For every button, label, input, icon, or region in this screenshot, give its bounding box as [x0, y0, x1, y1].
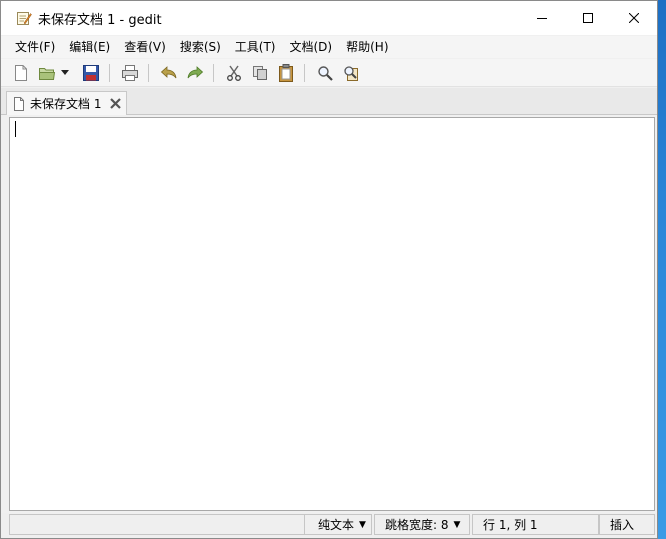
maximize-icon	[583, 13, 593, 23]
minimize-icon	[537, 18, 547, 19]
print-button[interactable]	[118, 61, 142, 85]
undo-icon	[160, 65, 177, 78]
replace-icon	[344, 65, 358, 81]
open-button[interactable]	[35, 61, 59, 85]
language-label: 纯文本	[318, 518, 355, 532]
find-icon	[318, 65, 333, 81]
open-folder-icon	[39, 67, 56, 80]
paste-button[interactable]	[274, 61, 298, 85]
text-caret	[15, 121, 16, 137]
tab-label: 未保存文档 1	[30, 97, 102, 111]
redo-icon	[187, 65, 204, 78]
menu-search[interactable]: 搜索(S)	[171, 37, 226, 57]
gedit-app-icon	[17, 12, 32, 25]
gedit-window: 未保存文档 1 - gedit 文件(F) 编辑(E) 查看(V) 搜索(S) …	[0, 0, 658, 539]
cursor-position-label: 行 1, 列 1	[483, 518, 538, 532]
find-button[interactable]	[313, 61, 337, 85]
status-message	[9, 514, 305, 535]
tab-document[interactable]: 未保存文档 1	[6, 91, 127, 115]
toolbar	[1, 59, 657, 87]
tab-width-selector[interactable]: 跳格宽度: 8 ▼	[374, 514, 470, 535]
open-dropdown-icon	[61, 70, 69, 75]
document-tabs: 未保存文档 1	[1, 88, 657, 115]
new-document-button[interactable]	[9, 61, 33, 85]
minimize-button[interactable]	[519, 1, 565, 35]
copy-button[interactable]	[248, 61, 272, 85]
close-button[interactable]	[611, 1, 657, 35]
document-icon	[14, 96, 24, 111]
insert-mode: 插入	[599, 514, 655, 535]
menu-help[interactable]: 帮助(H)	[337, 37, 393, 57]
toolbar-separator	[304, 63, 305, 82]
cursor-position: 行 1, 列 1	[472, 514, 599, 535]
print-icon	[122, 64, 138, 81]
undo-button[interactable]	[157, 61, 181, 85]
save-button[interactable]	[79, 61, 103, 85]
save-icon	[83, 64, 99, 81]
chevron-down-icon: ▼	[453, 519, 461, 530]
close-tab-icon[interactable]	[110, 98, 122, 109]
paste-icon	[279, 63, 293, 82]
window-title: 未保存文档 1 - gedit	[38, 12, 162, 28]
redo-button[interactable]	[183, 61, 207, 85]
toolbar-separator	[148, 63, 149, 82]
maximize-button[interactable]	[565, 1, 611, 35]
toolbar-separator	[109, 63, 110, 82]
menu-bar: 文件(F) 编辑(E) 查看(V) 搜索(S) 工具(T) 文档(D) 帮助(H…	[1, 36, 657, 58]
cut-button[interactable]	[222, 61, 246, 85]
menu-view[interactable]: 查看(V)	[115, 37, 171, 57]
cut-icon	[227, 65, 241, 81]
language-selector[interactable]: 纯文本 ▼	[304, 514, 372, 535]
replace-button[interactable]	[339, 61, 363, 85]
insert-mode-label: 插入	[610, 518, 635, 532]
text-editor[interactable]	[9, 117, 655, 511]
menu-tools[interactable]: 工具(T)	[226, 37, 281, 57]
copy-icon	[253, 65, 267, 80]
open-recent-dropdown[interactable]	[59, 61, 71, 85]
close-icon	[629, 13, 639, 23]
window-controls	[519, 1, 657, 35]
menu-edit[interactable]: 编辑(E)	[60, 37, 115, 57]
new-document-icon	[15, 64, 27, 81]
toolbar-separator	[213, 63, 214, 82]
chevron-down-icon: ▼	[359, 519, 366, 530]
menu-documents[interactable]: 文档(D)	[281, 37, 338, 57]
menu-file[interactable]: 文件(F)	[1, 37, 60, 57]
status-bar: 纯文本 ▼ 跳格宽度: 8 ▼ 行 1, 列 1 插入	[1, 513, 657, 538]
tab-width-label: 跳格宽度: 8	[385, 518, 449, 532]
title-bar[interactable]: 未保存文档 1 - gedit	[1, 1, 657, 35]
